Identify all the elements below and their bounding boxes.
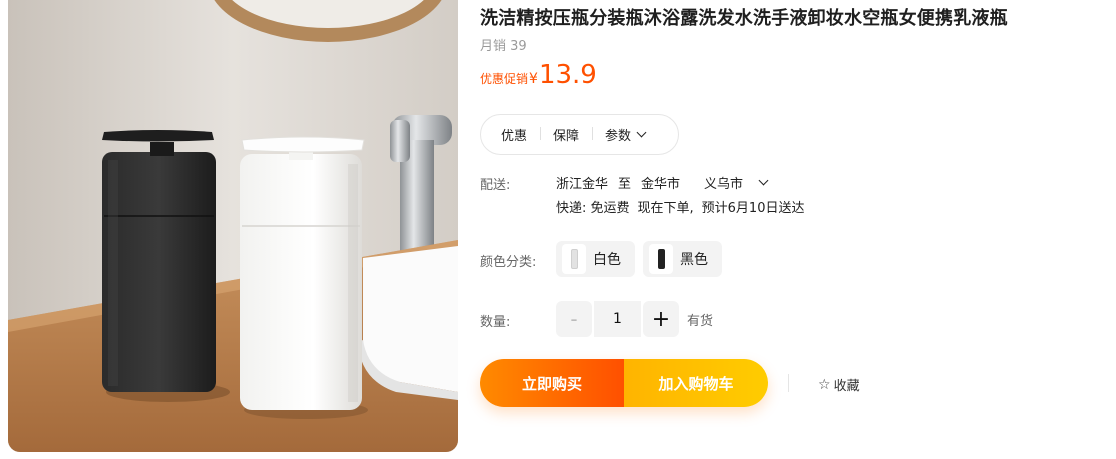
price-row: 优惠促销 ¥ 13.9 bbox=[480, 60, 597, 96]
quantity-label: 数量: bbox=[480, 315, 511, 330]
ship-city[interactable]: 金华市 bbox=[641, 173, 680, 192]
delivery-eta: 预计6月10日送达 bbox=[701, 201, 805, 216]
currency-symbol: ¥ bbox=[529, 71, 538, 87]
color-option-label: 黑色 bbox=[680, 252, 708, 268]
address-chevron-down-icon[interactable] bbox=[758, 175, 769, 185]
delivery-info: 浙江金华 至 金华市 义乌市 快递: 免运费 现在下单, 预计6月10日送达 bbox=[556, 173, 812, 216]
service-tabs: 优惠 保障 参数 bbox=[480, 114, 680, 155]
product-photo-illustration bbox=[8, 0, 458, 452]
tab-guarantee-label: 保障 bbox=[553, 129, 580, 144]
white-bottle-thumbnail bbox=[562, 244, 586, 274]
quantity-plus-button[interactable]: + bbox=[643, 301, 679, 337]
ship-district[interactable]: 义乌市 bbox=[704, 173, 743, 192]
tab-params[interactable]: 参数 bbox=[592, 125, 658, 144]
star-icon: ☆ bbox=[818, 376, 831, 393]
ship-from: 浙江金华 bbox=[556, 176, 609, 192]
color-option-white[interactable]: 白色 bbox=[556, 241, 635, 277]
color-option-label: 白色 bbox=[593, 252, 621, 268]
add-to-cart-button[interactable]: 加入购物车 bbox=[624, 359, 768, 407]
chevron-down-icon bbox=[636, 127, 647, 138]
favorite-label: 收藏 bbox=[833, 379, 860, 394]
ship-to-word: 至 bbox=[618, 176, 632, 192]
color-option-black[interactable]: 黑色 bbox=[643, 241, 722, 277]
divider bbox=[788, 374, 789, 392]
buy-now-button[interactable]: 立即购买 bbox=[480, 359, 624, 407]
monthly-sales: 月销 39 bbox=[480, 39, 527, 54]
quantity-stepper: - 1 + 有货 bbox=[556, 301, 713, 337]
tab-params-label: 参数 bbox=[605, 129, 632, 144]
color-label: 颜色分类: bbox=[480, 255, 537, 270]
quantity-minus-button[interactable]: - bbox=[556, 301, 592, 337]
price-value: 13.9 bbox=[538, 60, 597, 90]
express-fee: 快递: 免运费 bbox=[556, 201, 630, 216]
product-image[interactable] bbox=[8, 0, 458, 452]
stock-status: 有货 bbox=[687, 313, 714, 329]
tab-promo-label: 优惠 bbox=[501, 129, 528, 144]
product-title: 洗洁精按压瓶分装瓶沐浴露洗发水洗手液卸妆水空瓶女便携乳液瓶 bbox=[480, 8, 1008, 29]
tab-guarantee[interactable]: 保障 bbox=[540, 125, 592, 144]
promo-price-tag: 优惠促销 bbox=[480, 72, 529, 86]
favorite-button[interactable]: ☆ 收藏 bbox=[818, 375, 860, 395]
color-options: 白色 黑色 bbox=[556, 241, 730, 277]
delivery-label: 配送: bbox=[480, 178, 511, 193]
purchase-buttons: 立即购买 加入购物车 bbox=[480, 359, 768, 407]
tab-promo[interactable]: 优惠 bbox=[501, 125, 540, 144]
product-info-panel: 洗洁精按压瓶分装瓶沐浴露洗发水洗手液卸妆水空瓶女便携乳液瓶 月销 39 优惠促销… bbox=[480, 0, 1110, 459]
quantity-input[interactable]: 1 bbox=[594, 301, 641, 337]
black-bottle-thumbnail bbox=[649, 244, 673, 274]
order-now-text: 现在下单, bbox=[637, 201, 694, 216]
